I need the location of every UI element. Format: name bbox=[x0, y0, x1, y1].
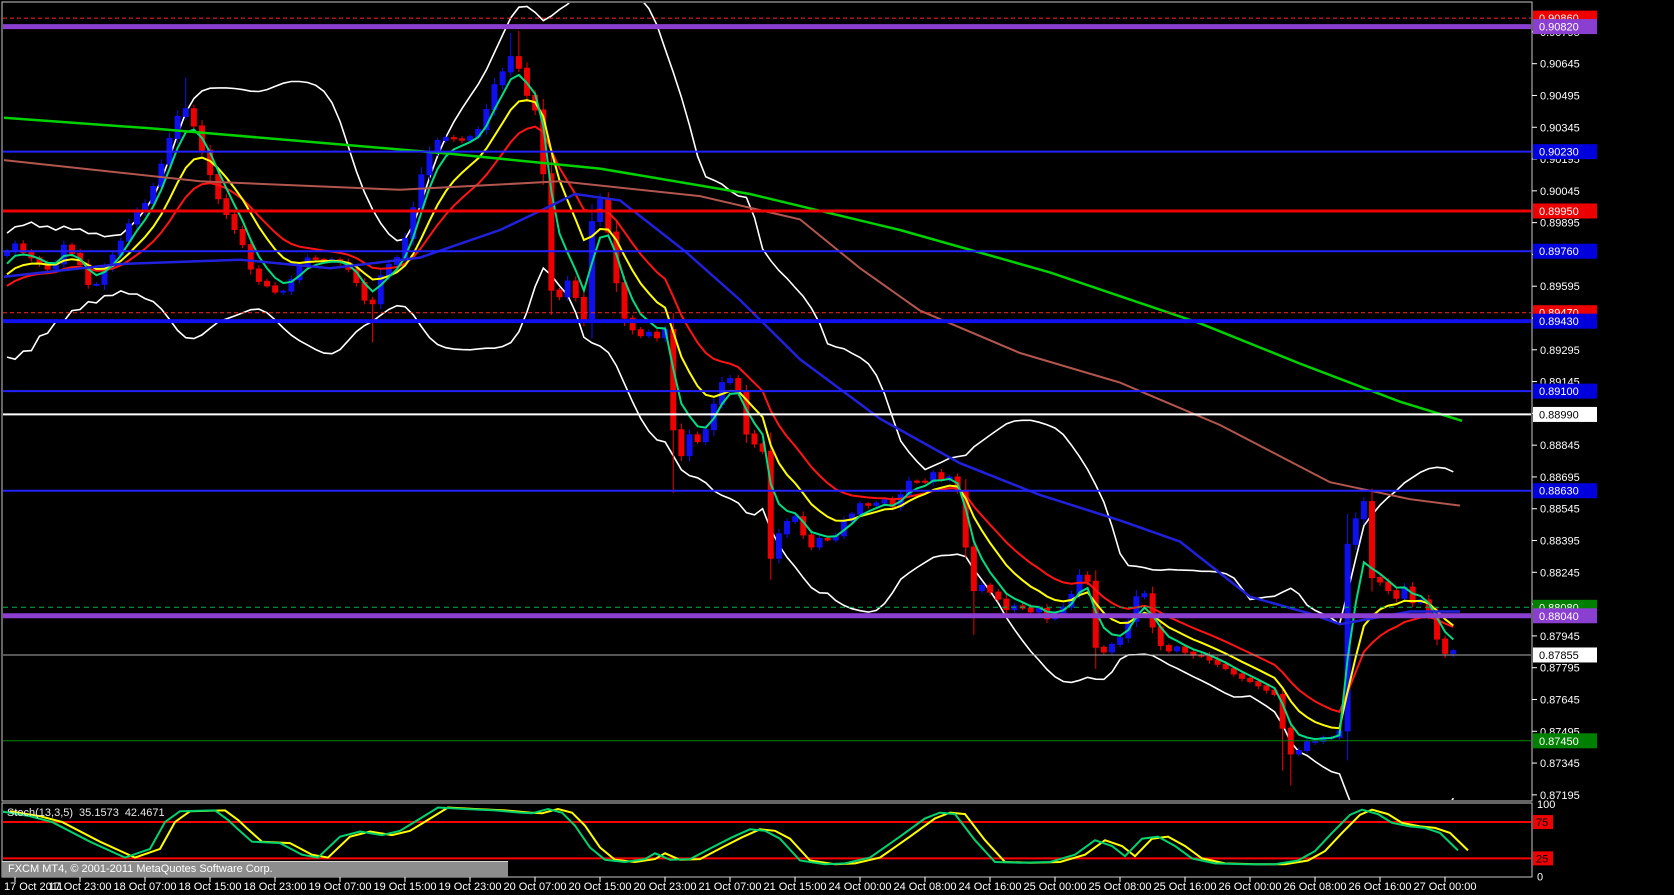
mt4-chart-window: 0.907950.906450.904950.903450.901950.900… bbox=[0, 0, 1674, 895]
price-tick-label: 0.89595 bbox=[1540, 281, 1580, 293]
time-tick-label: 18 Oct 15:00 bbox=[179, 881, 242, 893]
price-chart-canvas[interactable]: 0.907950.906450.904950.903450.901950.900… bbox=[0, 0, 1674, 895]
time-tick-label: 17 Oct 23:00 bbox=[49, 881, 112, 893]
price-tick-label: 0.90045 bbox=[1540, 186, 1580, 198]
price-tick-label: 0.87345 bbox=[1540, 758, 1580, 770]
price-level-value: 0.90230 bbox=[1539, 147, 1579, 159]
price-level-value: 0.88630 bbox=[1539, 486, 1579, 498]
time-tick-label: 18 Oct 23:00 bbox=[244, 881, 307, 893]
price-level-value: 0.89760 bbox=[1539, 246, 1579, 258]
price-level-value: 0.87855 bbox=[1539, 650, 1579, 662]
terminal-copyright: FXCM MT4, © 2001-2011 MetaQuotes Softwar… bbox=[2, 861, 508, 877]
time-tick-label: 19 Oct 23:00 bbox=[439, 881, 502, 893]
time-tick-label: 19 Oct 07:00 bbox=[309, 881, 372, 893]
time-tick-label: 20 Oct 23:00 bbox=[634, 881, 697, 893]
price-tick-label: 0.89295 bbox=[1540, 345, 1580, 357]
time-tick-label: 20 Oct 15:00 bbox=[569, 881, 632, 893]
time-tick-label: 25 Oct 16:00 bbox=[1154, 881, 1217, 893]
price-level-value: 0.87450 bbox=[1539, 736, 1579, 748]
time-tick-label: 24 Oct 00:00 bbox=[829, 881, 892, 893]
price-tick-label: 0.87795 bbox=[1540, 663, 1580, 675]
time-tick-label: 27 Oct 00:00 bbox=[1414, 881, 1477, 893]
time-tick-label: 19 Oct 15:00 bbox=[374, 881, 437, 893]
copyright-text: FXCM MT4, © 2001-2011 MetaQuotes Softwar… bbox=[8, 863, 273, 875]
price-tick-label: 0.88695 bbox=[1540, 472, 1580, 484]
stoch-scale-label: 75 bbox=[1536, 817, 1548, 829]
stoch-scale-label: 100 bbox=[1537, 799, 1555, 811]
stoch-scale-label: 25 bbox=[1536, 853, 1548, 865]
chart-background bbox=[0, 0, 1674, 895]
price-level-value: 0.90820 bbox=[1539, 22, 1579, 34]
price-level-value: 0.88990 bbox=[1539, 409, 1579, 421]
price-level-value: 0.89430 bbox=[1539, 316, 1579, 328]
time-tick-label: 26 Oct 00:00 bbox=[1219, 881, 1282, 893]
stochastic-signal-value: 42.4671 bbox=[125, 807, 165, 819]
time-tick-label: 21 Oct 15:00 bbox=[764, 881, 827, 893]
price-tick-label: 0.88245 bbox=[1540, 567, 1580, 579]
price-tick-label: 0.88545 bbox=[1540, 504, 1580, 516]
price-level-value: 0.89100 bbox=[1539, 386, 1579, 398]
time-tick-label: 20 Oct 07:00 bbox=[504, 881, 567, 893]
stochastic-name: Stoch(13,3,5) bbox=[7, 807, 73, 819]
time-tick-label: 25 Oct 00:00 bbox=[1024, 881, 1087, 893]
price-tick-label: 0.89895 bbox=[1540, 218, 1580, 230]
price-tick-label: 0.88845 bbox=[1540, 440, 1580, 452]
time-tick-label: 26 Oct 16:00 bbox=[1349, 881, 1412, 893]
price-tick-label: 0.90345 bbox=[1540, 122, 1580, 134]
price-level-value: 0.89950 bbox=[1539, 206, 1579, 218]
stochastic-main-value: 35.1573 bbox=[79, 807, 119, 819]
price-tick-label: 0.88395 bbox=[1540, 536, 1580, 548]
price-tick-label: 0.90645 bbox=[1540, 59, 1580, 71]
time-tick-label: 24 Oct 08:00 bbox=[894, 881, 957, 893]
time-tick-label: 26 Oct 08:00 bbox=[1284, 881, 1347, 893]
time-tick-label: 25 Oct 08:00 bbox=[1089, 881, 1152, 893]
time-tick-label: 18 Oct 07:00 bbox=[114, 881, 177, 893]
time-tick-label: 21 Oct 07:00 bbox=[699, 881, 762, 893]
price-tick-label: 0.87945 bbox=[1540, 631, 1580, 643]
stoch-scale-label: 0 bbox=[1537, 872, 1543, 884]
time-tick-label: 24 Oct 16:00 bbox=[959, 881, 1022, 893]
price-tick-label: 0.87645 bbox=[1540, 694, 1580, 706]
price-level-value: 0.88040 bbox=[1539, 611, 1579, 623]
stochastic-indicator-label: Stoch(13,3,5) 35.1573 42.4671 bbox=[7, 807, 171, 819]
price-tick-label: 0.90495 bbox=[1540, 90, 1580, 102]
